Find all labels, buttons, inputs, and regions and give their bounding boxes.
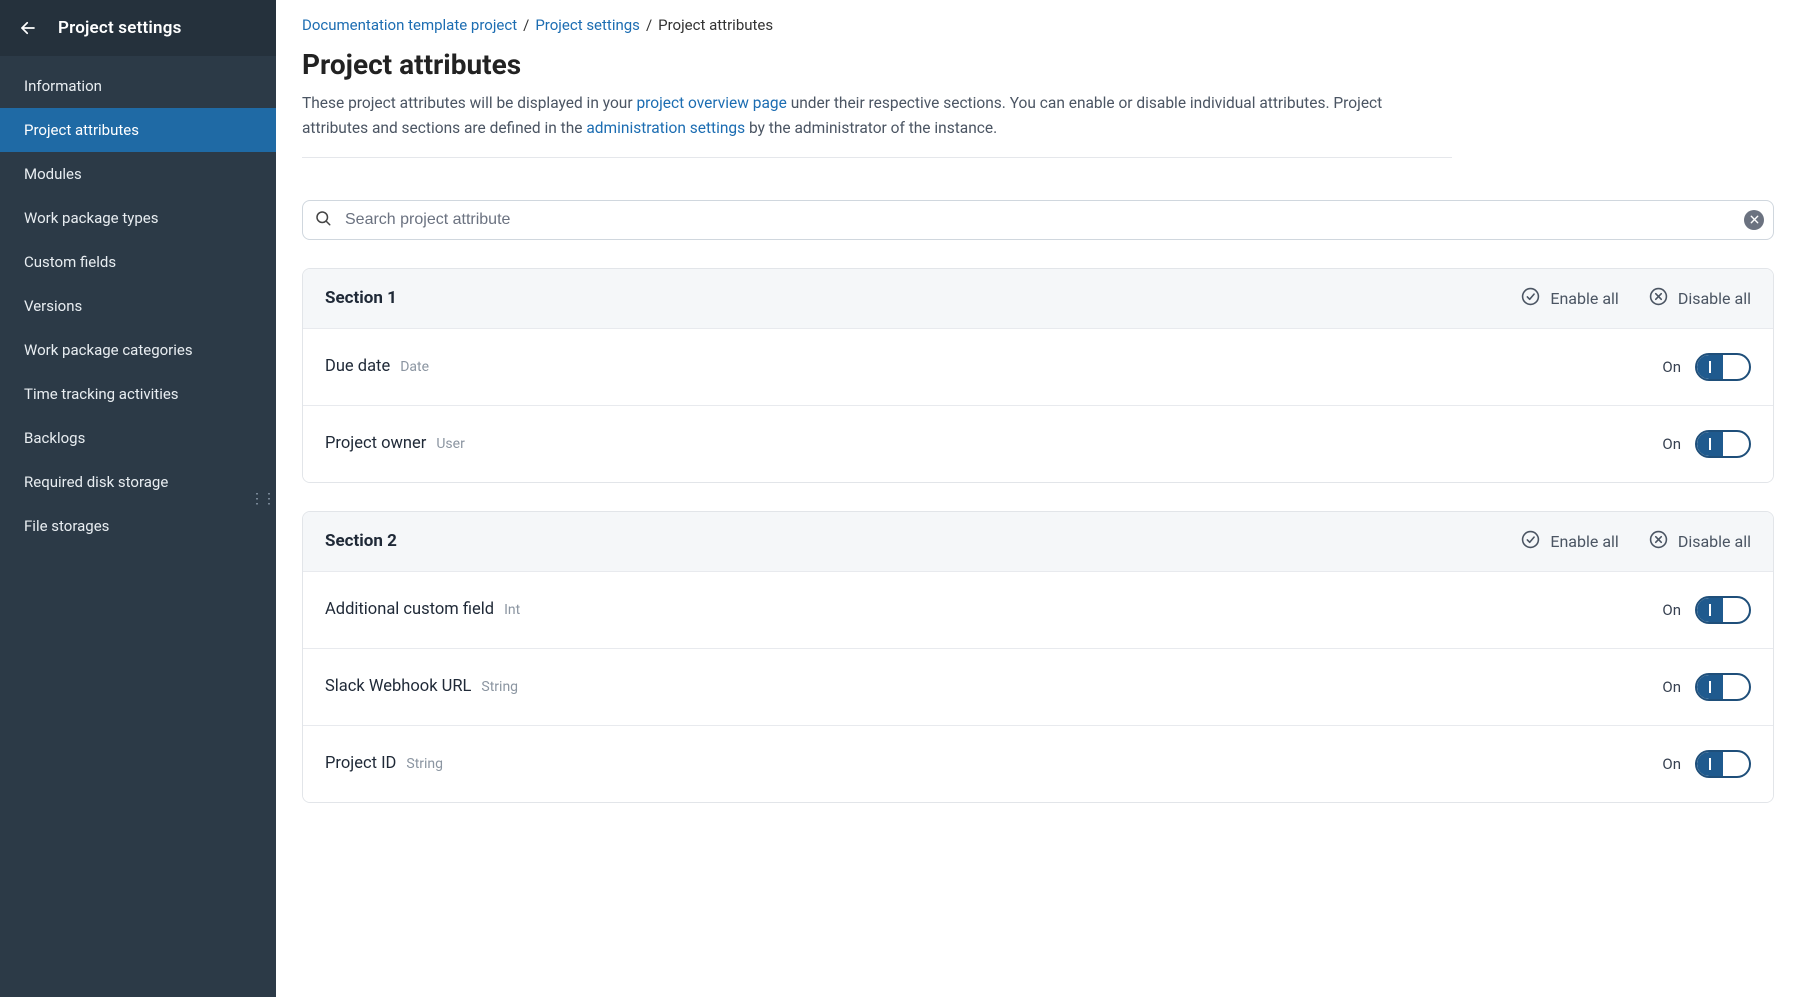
attribute-info: Additional custom field Int [325,600,520,619]
enable-all-button[interactable]: Enable all [1521,287,1618,310]
section-actions: Enable all Disable all [1521,287,1751,310]
sidebar-header: Project settings [0,0,276,56]
attribute-info: Project owner User [325,434,465,453]
attribute-info: Project ID String [325,754,443,773]
toggle-fill [1697,675,1723,699]
breadcrumb-separator: / [646,16,652,34]
attribute-state-label: On [1662,358,1681,376]
check-circle-icon [1521,530,1540,553]
attribute-control: On [1662,596,1751,624]
sidebar-title: Project settings [58,18,182,38]
project-overview-link[interactable]: project overview page [636,94,786,112]
main-content: Documentation template project / Project s… [276,0,1810,997]
back-arrow-icon[interactable] [18,18,38,38]
attribute-control: On [1662,673,1751,701]
x-circle-icon [1649,287,1668,310]
toggle-fill [1697,598,1723,622]
toggle-fill [1697,432,1723,456]
attribute-row: Additional custom field Int On [303,571,1773,648]
section-title: Section 1 [325,288,397,308]
attribute-info: Slack Webhook URL String [325,677,518,696]
attribute-state-label: On [1662,755,1681,773]
attribute-state-label: On [1662,601,1681,619]
section: Section 2 Enable all Disable all Additional… [302,511,1774,803]
enable-all-label: Enable all [1550,532,1618,551]
sidebar-item-backlogs[interactable]: Backlogs [0,416,276,460]
attribute-toggle[interactable] [1695,750,1751,778]
sidebar-item-modules[interactable]: Modules [0,152,276,196]
toggle-fill [1697,752,1723,776]
sidebar-item-time-tracking-activities[interactable]: Time tracking activities [0,372,276,416]
search-input[interactable] [302,200,1774,240]
sidebar-item-project-attributes[interactable]: Project attributes [0,108,276,152]
section-actions: Enable all Disable all [1521,530,1751,553]
sidebar-item-required-disk-storage[interactable]: Required disk storage [0,460,276,504]
attribute-state-label: On [1662,435,1681,453]
search-icon [314,209,332,231]
page-title: Project attributes [302,48,1774,81]
attribute-row: Project owner User On [303,405,1773,482]
sidebar-item-information[interactable]: Information [0,64,276,108]
attribute-type: Date [400,359,429,375]
section-header: Section 1 Enable all Disable all [303,269,1773,328]
disable-all-label: Disable all [1678,532,1751,551]
section-header: Section 2 Enable all Disable all [303,512,1773,571]
attribute-name: Slack Webhook URL [325,677,471,696]
desc-text: These project attributes will be display… [302,94,636,112]
attribute-state-label: On [1662,678,1681,696]
desc-text: by the administrator of the instance. [745,119,997,137]
breadcrumb-current: Project attributes [658,16,773,34]
attribute-control: On [1662,353,1751,381]
attribute-row: Project ID String On [303,725,1773,802]
sidebar-item-custom-fields[interactable]: Custom fields [0,240,276,284]
x-circle-icon [1649,530,1668,553]
attribute-row: Due date Date On [303,328,1773,405]
sidebar-item-versions[interactable]: Versions [0,284,276,328]
attribute-toggle[interactable] [1695,673,1751,701]
attribute-name: Project ID [325,754,396,773]
attribute-name: Due date [325,357,390,376]
toggle-fill [1697,355,1723,379]
disable-all-label: Disable all [1678,289,1751,308]
attribute-name: Project owner [325,434,426,453]
enable-all-label: Enable all [1550,289,1618,308]
administration-settings-link[interactable]: administration settings [586,119,745,137]
breadcrumb-link[interactable]: Documentation template project [302,16,517,34]
attribute-control: On [1662,430,1751,458]
sidebar-item-work-package-categories[interactable]: Work package categories [0,328,276,372]
breadcrumb-link[interactable]: Project settings [535,16,640,34]
sidebar-nav: InformationProject attributesModulesWork… [0,56,276,556]
attribute-type: Int [504,602,520,618]
attribute-toggle[interactable] [1695,430,1751,458]
attribute-type: String [406,756,443,772]
clear-search-icon[interactable] [1744,210,1764,230]
disable-all-button[interactable]: Disable all [1649,287,1751,310]
attribute-toggle[interactable] [1695,353,1751,381]
sidebar: Project settings InformationProject attr… [0,0,276,997]
section-title: Section 2 [325,531,397,551]
breadcrumb-separator: / [523,16,529,34]
attribute-row: Slack Webhook URL String On [303,648,1773,725]
check-circle-icon [1521,287,1540,310]
disable-all-button[interactable]: Disable all [1649,530,1751,553]
search-wrap [302,200,1774,240]
attribute-info: Due date Date [325,357,429,376]
attribute-name: Additional custom field [325,600,494,619]
enable-all-button[interactable]: Enable all [1521,530,1618,553]
sidebar-item-work-package-types[interactable]: Work package types [0,196,276,240]
section: Section 1 Enable all Disable all Due date Da… [302,268,1774,483]
attribute-type: String [481,679,518,695]
attribute-control: On [1662,750,1751,778]
sections-container: Section 1 Enable all Disable all Due date Da… [302,268,1774,803]
attribute-toggle[interactable] [1695,596,1751,624]
attribute-type: User [436,436,464,452]
page-description: These project attributes will be display… [302,91,1452,158]
breadcrumb: Documentation template project / Project s… [302,16,1774,34]
resize-handle-icon[interactable]: ⋮⋮ [250,491,274,507]
sidebar-item-file-storages[interactable]: File storages [0,504,276,548]
